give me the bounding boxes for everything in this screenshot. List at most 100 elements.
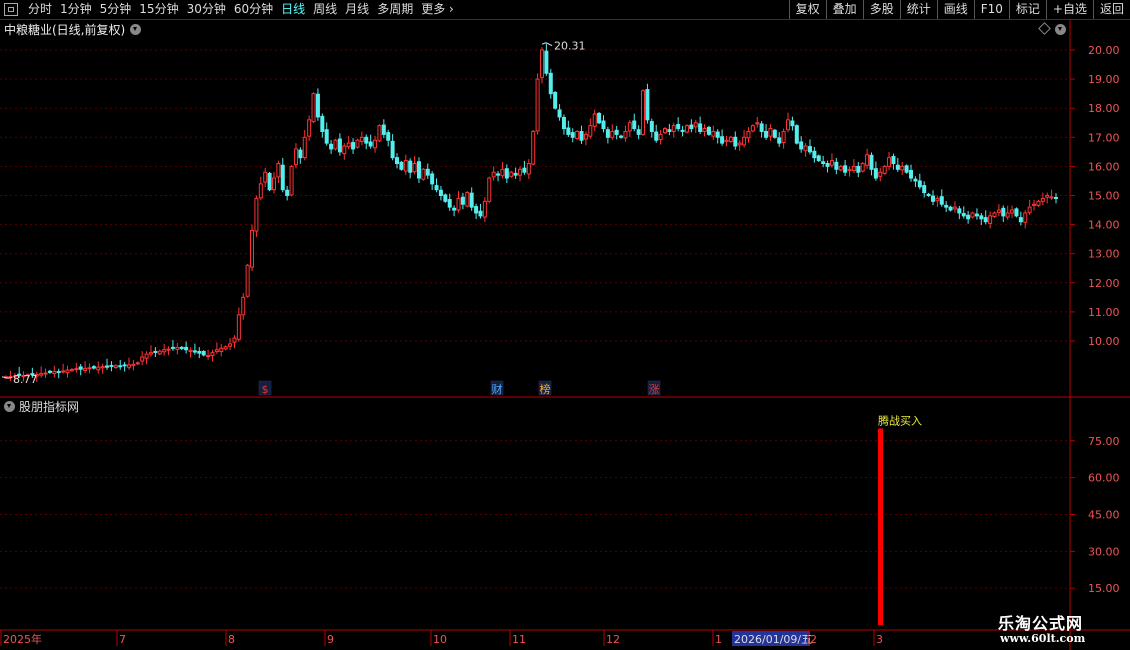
- candle-down: [1054, 197, 1058, 200]
- period-tab-4[interactable]: 30分钟: [183, 0, 230, 19]
- indicator-tick-label: 45.00: [1088, 508, 1120, 521]
- candle-down: [614, 129, 619, 135]
- indicator-title-row: 股朋指标网: [0, 398, 79, 414]
- candle-down: [939, 196, 944, 205]
- watermark-title: 乐淘公式网: [998, 614, 1084, 633]
- period-tab-6[interactable]: 日线: [277, 0, 309, 19]
- event-marker-label: 财: [492, 382, 503, 396]
- chevron-down-icon[interactable]: [130, 23, 142, 35]
- candle-down: [386, 132, 391, 141]
- toolbar-button-0[interactable]: 复权: [788, 0, 826, 19]
- candle-up: [127, 364, 132, 368]
- candle-down: [469, 192, 474, 208]
- candle-up: [627, 122, 632, 132]
- chevron-down-icon[interactable]: [4, 400, 15, 412]
- price-tick-label: 20.00: [1088, 44, 1120, 57]
- candle-up: [742, 136, 747, 146]
- period-tab-5[interactable]: 60分钟: [230, 0, 277, 19]
- candle-down: [368, 141, 373, 147]
- candle-up: [992, 212, 997, 217]
- period-tab-3[interactable]: 15分钟: [135, 0, 182, 19]
- candle-up: [724, 139, 729, 142]
- min-price-label: 8.77: [13, 373, 38, 386]
- candle-up: [210, 352, 215, 357]
- candle-down: [47, 370, 52, 373]
- event-marker-label: 榜: [540, 382, 551, 396]
- candle-up: [333, 139, 338, 150]
- candle-up: [157, 350, 162, 355]
- toolbar-button-5[interactable]: F10: [973, 0, 1009, 19]
- toolbar-button-7[interactable]: +自选: [1045, 0, 1093, 19]
- chevron-down-icon[interactable]: [1055, 24, 1066, 35]
- kline-chart[interactable]: 10.00 11.00 12.00 13.00 14.00 15.00 16.00 17.00…: [0, 0, 1130, 650]
- candle-up: [952, 206, 957, 210]
- period-tab-7[interactable]: 周线: [309, 0, 341, 19]
- candle-up: [65, 369, 70, 374]
- candle-down: [496, 173, 501, 176]
- candle-down: [654, 131, 659, 141]
- candle-down: [460, 196, 465, 205]
- candle-up: [693, 122, 698, 128]
- candle-down: [280, 164, 285, 191]
- candle-down: [390, 140, 395, 159]
- candle-down: [733, 136, 738, 147]
- candle-up: [1032, 203, 1037, 206]
- candle-down: [676, 123, 681, 130]
- toolbar-button-8[interactable]: 返回: [1092, 0, 1130, 19]
- candle-up: [575, 130, 580, 139]
- period-tab-8[interactable]: 月线: [341, 0, 373, 19]
- indicator-tick-label: 15.00: [1088, 582, 1120, 595]
- candle-down: [1014, 208, 1019, 217]
- period-tab-0[interactable]: 分时: [24, 0, 56, 19]
- toolbar-button-3[interactable]: 统计: [899, 0, 937, 19]
- candle-up: [166, 348, 171, 351]
- candle-down: [689, 124, 694, 130]
- action-buttons: 复权 叠加 多股 统计 画线 F10 标记 +自选 返回: [788, 0, 1130, 19]
- x-tick-label: 2025年: [3, 632, 42, 646]
- window-icon[interactable]: [4, 3, 18, 16]
- toolbar-button-6[interactable]: 标记: [1008, 0, 1046, 19]
- candle-up: [878, 171, 883, 177]
- period-tab-9[interactable]: 多周期: [373, 0, 417, 19]
- candle-up: [96, 366, 101, 371]
- candle-up: [851, 165, 856, 171]
- indicator-tick-label: 30.00: [1088, 545, 1120, 558]
- candle-down: [329, 143, 334, 150]
- more-periods-button[interactable]: 更多 ›: [417, 0, 458, 19]
- candle-up: [271, 177, 276, 191]
- candle-down: [351, 142, 356, 150]
- signal-bar: [878, 428, 883, 625]
- period-tab-2[interactable]: 5分钟: [96, 0, 136, 19]
- candle-down: [443, 194, 448, 202]
- candle-down: [267, 172, 272, 191]
- stock-title: 中粮糖业(日线,前复权): [4, 22, 126, 37]
- watermark-url: www.60lt.com: [1000, 632, 1086, 645]
- candle-down: [522, 167, 527, 173]
- x-tick-label: 1: [715, 633, 722, 646]
- candle-down: [105, 365, 110, 368]
- x-tick-label: 2: [810, 633, 817, 646]
- candle-down: [715, 131, 720, 138]
- diamond-icon[interactable]: [1038, 22, 1051, 35]
- price-tick-label: 19.00: [1088, 73, 1120, 86]
- candle-down: [30, 373, 35, 376]
- candle-up: [781, 130, 786, 144]
- candle-up: [702, 128, 707, 132]
- price-tick-label: 17.00: [1088, 131, 1120, 144]
- candle-up: [803, 145, 808, 152]
- period-tab-1[interactable]: 1分钟: [56, 0, 96, 19]
- candle-down: [944, 204, 949, 208]
- candle-up: [245, 264, 250, 297]
- candle-down: [649, 121, 654, 132]
- toolbar-button-2[interactable]: 多股: [862, 0, 900, 19]
- candle-down: [179, 346, 184, 350]
- candle-down: [192, 350, 197, 353]
- candle-down: [816, 155, 821, 162]
- candle-up: [412, 162, 417, 173]
- toolbar-button-4[interactable]: 画线: [936, 0, 974, 19]
- current-date-bg: [732, 631, 810, 646]
- toolbar-button-1[interactable]: 叠加: [825, 0, 863, 19]
- candle-up: [838, 165, 843, 171]
- candle-down: [917, 180, 922, 188]
- price-tick-label: 14.00: [1088, 219, 1120, 232]
